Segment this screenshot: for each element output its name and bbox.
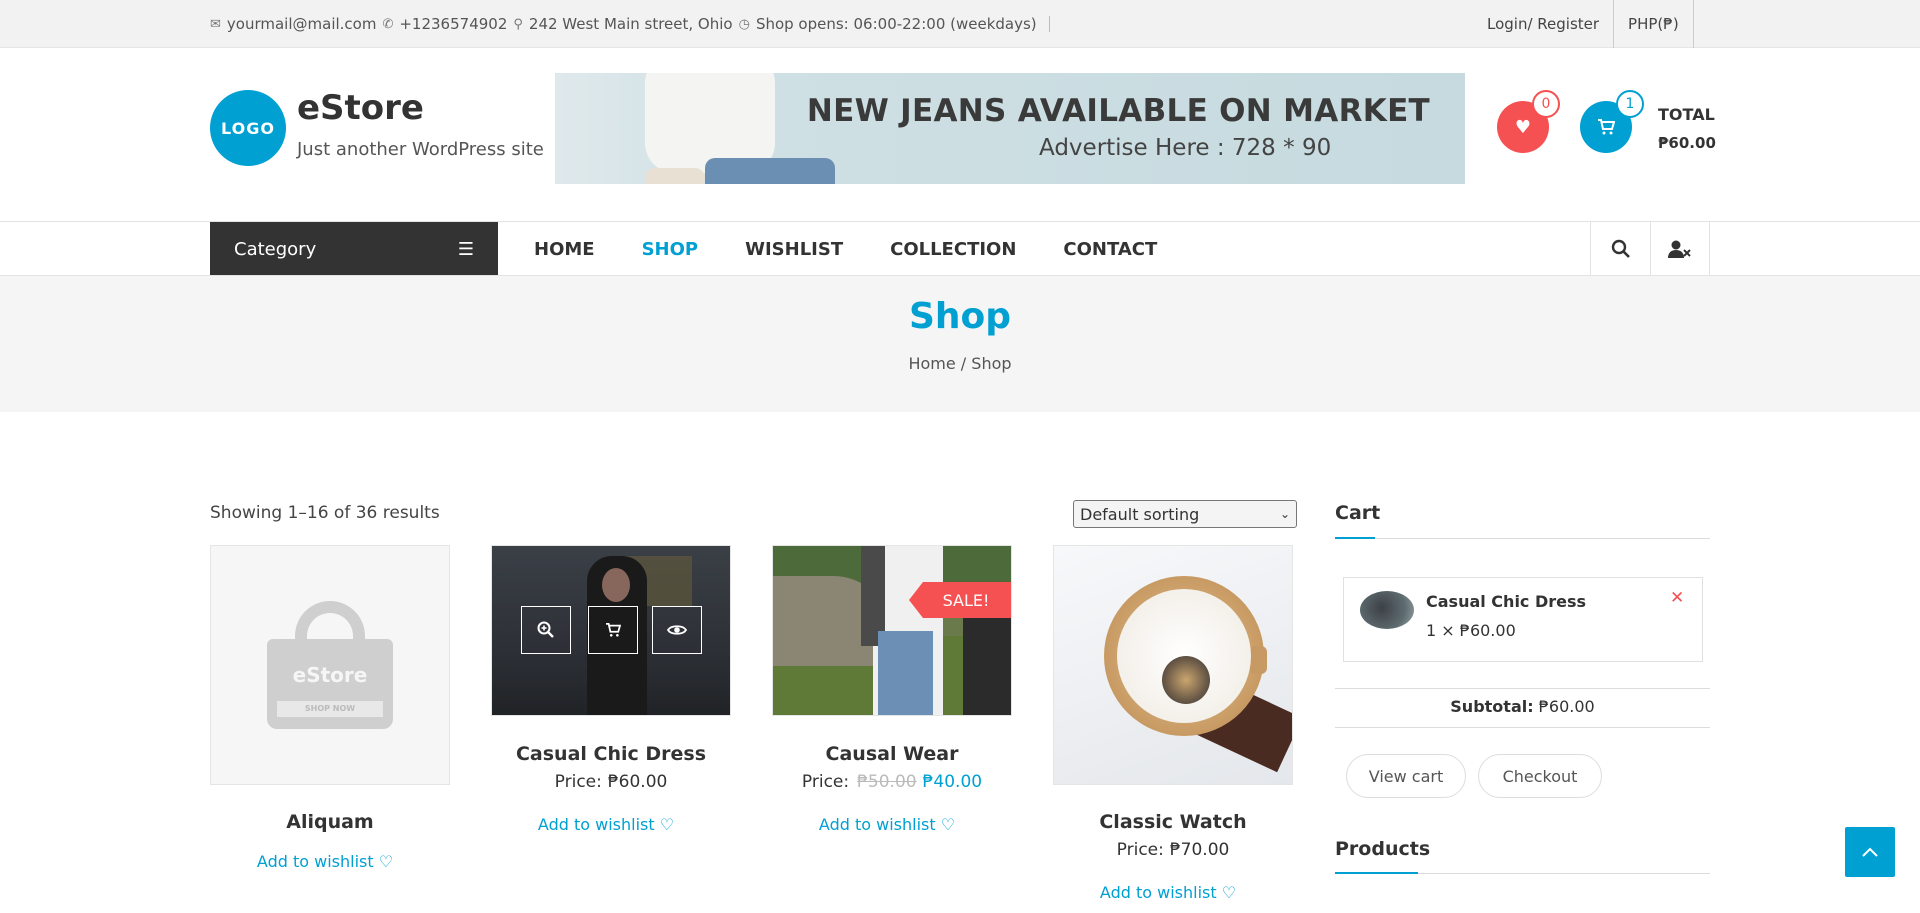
sorting-select[interactable]: Default sorting ⌄	[1073, 500, 1297, 528]
divider	[1335, 538, 1710, 539]
eye-icon	[667, 625, 687, 635]
banner-jeans-image	[705, 158, 835, 184]
quick-view-button[interactable]	[652, 606, 702, 654]
product-image-casual-chic-dress[interactable]	[491, 545, 731, 716]
add-to-wishlist-link[interactable]: Add to wishlist ♡	[486, 815, 726, 834]
account-button[interactable]	[1650, 222, 1710, 276]
add-to-wishlist-link[interactable]: Add to wishlist ♡	[1048, 883, 1288, 902]
nav-home[interactable]: HOME	[534, 239, 595, 260]
map-marker-icon: ⚲	[513, 16, 523, 32]
sorting-value: Default sorting	[1080, 504, 1200, 524]
chevron-down-icon: ⌄	[1279, 507, 1290, 521]
placeholder-cta: SHOP NOW	[277, 701, 383, 717]
heart-icon: ♥	[1514, 116, 1532, 138]
ad-banner[interactable]: NEW JEANS AVAILABLE ON MARKET Advertise …	[555, 73, 1465, 184]
zoom-icon	[537, 621, 554, 638]
topbar-hours: Shop opens: 06:00-22:00 (weekdays)	[755, 15, 1037, 33]
site-description: Just another WordPress site	[297, 139, 544, 160]
topbar-links: Login/ Register PHP(₱)	[1475, 0, 1694, 48]
nav-contact[interactable]: CONTACT	[1063, 239, 1157, 260]
product-name[interactable]: Causal Wear	[772, 743, 1012, 765]
breadcrumb[interactable]: Home / Shop	[0, 354, 1920, 373]
heading-underline	[1335, 872, 1418, 874]
sale-price: ₱40.00	[922, 772, 983, 792]
cart-icon	[1598, 119, 1615, 135]
product-image-causal-wear[interactable]	[772, 545, 1012, 716]
topbar-address: 242 West Main street, Ohio	[528, 15, 733, 33]
cart-icon	[606, 623, 621, 637]
bars-icon: ☰	[457, 238, 474, 260]
cart-widget-heading: Cart	[1335, 502, 1381, 524]
checkout-button[interactable]: Checkout	[1478, 754, 1602, 798]
view-cart-button[interactable]: View cart	[1346, 754, 1466, 798]
topbar-phone[interactable]: +1236574902	[399, 15, 507, 33]
divider	[1335, 688, 1710, 689]
old-price: ₱50.00	[857, 772, 917, 792]
product-image-aliquam[interactable]: eStore SHOP NOW	[210, 545, 450, 785]
cart-item-name[interactable]: Casual Chic Dress	[1426, 592, 1586, 611]
banner-shoe-image	[645, 168, 705, 184]
topbar-email[interactable]: yourmail@mail.com	[227, 15, 377, 33]
phone-icon: ✆	[382, 16, 394, 32]
user-icon	[1668, 240, 1691, 258]
heart-outline-icon: ♡	[378, 852, 394, 871]
product-price: Price: ₱50.00 ₱40.00	[801, 772, 983, 792]
page-header: Shop Home / Shop	[0, 276, 1920, 412]
add-to-wishlist-link[interactable]: Add to wishlist ♡	[767, 815, 1007, 834]
cart-total-label: TOTAL	[1658, 105, 1715, 124]
divider	[1048, 16, 1050, 32]
nav-collection[interactable]: COLLECTION	[890, 239, 1016, 260]
banner-subtitle: Advertise Here : 728 * 90	[1039, 135, 1332, 161]
placeholder-bag-icon: eStore SHOP NOW	[267, 601, 393, 729]
envelope-icon: ✉	[210, 16, 221, 32]
site-logo[interactable]: LOGO	[210, 90, 286, 166]
quick-zoom-button[interactable]	[521, 606, 571, 654]
search-button[interactable]	[1590, 222, 1650, 276]
cart-item-quantity: 1 × ₱60.00	[1426, 621, 1516, 640]
quick-add-to-cart-button[interactable]	[588, 606, 638, 654]
back-to-top-button[interactable]	[1845, 827, 1895, 877]
chevron-up-icon	[1862, 847, 1878, 857]
category-menu-button[interactable]: Category ☰	[210, 222, 498, 276]
wishlist-count-badge: 0	[1532, 90, 1560, 118]
cart-item-thumbnail[interactable]	[1360, 591, 1414, 629]
heart-outline-icon: ♡	[940, 815, 956, 834]
clock-icon: ◷	[738, 16, 750, 32]
product-name[interactable]: Classic Watch	[1053, 811, 1293, 833]
add-to-wishlist-link[interactable]: Add to wishlist ♡	[205, 852, 445, 871]
product-name[interactable]: Casual Chic Dress	[491, 743, 731, 765]
banner-title: NEW JEANS AVAILABLE ON MARKET	[806, 93, 1430, 129]
site-title[interactable]: eStore	[297, 88, 424, 128]
product-name[interactable]: Aliquam	[210, 811, 450, 833]
currency-switcher[interactable]: PHP(₱)	[1614, 0, 1694, 48]
heading-underline	[1335, 537, 1375, 539]
products-widget-heading: Products	[1335, 838, 1431, 860]
cart-total-value: ₱60.00	[1658, 134, 1716, 152]
heart-outline-icon: ♡	[659, 815, 675, 834]
sale-badge: SALE!	[909, 582, 1011, 618]
nav-wishlist[interactable]: WISHLIST	[745, 239, 843, 260]
divider	[1335, 727, 1710, 728]
top-bar: ✉ yourmail@mail.com ✆ +1236574902 ⚲ 242 Wes…	[0, 0, 1920, 48]
contact-info: ✉ yourmail@mail.com ✆ +1236574902 ⚲ 242 Wes…	[210, 0, 1050, 48]
page-title: Shop	[908, 296, 1012, 337]
remove-item-close-icon[interactable]: ✕	[1670, 588, 1684, 608]
main-menu: HOME SHOP WISHLIST COLLECTION CONTACT	[534, 222, 1204, 276]
search-icon	[1611, 239, 1630, 258]
product-price: Price: ₱60.00	[554, 772, 668, 792]
nav-shop[interactable]: SHOP	[642, 239, 699, 260]
result-count: Showing 1–16 of 36 results	[210, 503, 440, 523]
login-register-link[interactable]: Login/ Register	[1475, 0, 1615, 48]
heart-outline-icon: ♡	[1221, 883, 1237, 902]
product-price: Price: ₱70.00	[1116, 840, 1230, 860]
cart-subtotal: Subtotal: ₱60.00	[1450, 697, 1595, 716]
product-image-classic-watch[interactable]	[1053, 545, 1293, 785]
placeholder-brand: eStore	[292, 663, 368, 687]
cart-count-badge: 1	[1616, 90, 1644, 118]
category-label: Category	[234, 238, 317, 260]
mini-cart-item: Casual Chic Dress 1 × ₱60.00 ✕	[1343, 577, 1703, 662]
